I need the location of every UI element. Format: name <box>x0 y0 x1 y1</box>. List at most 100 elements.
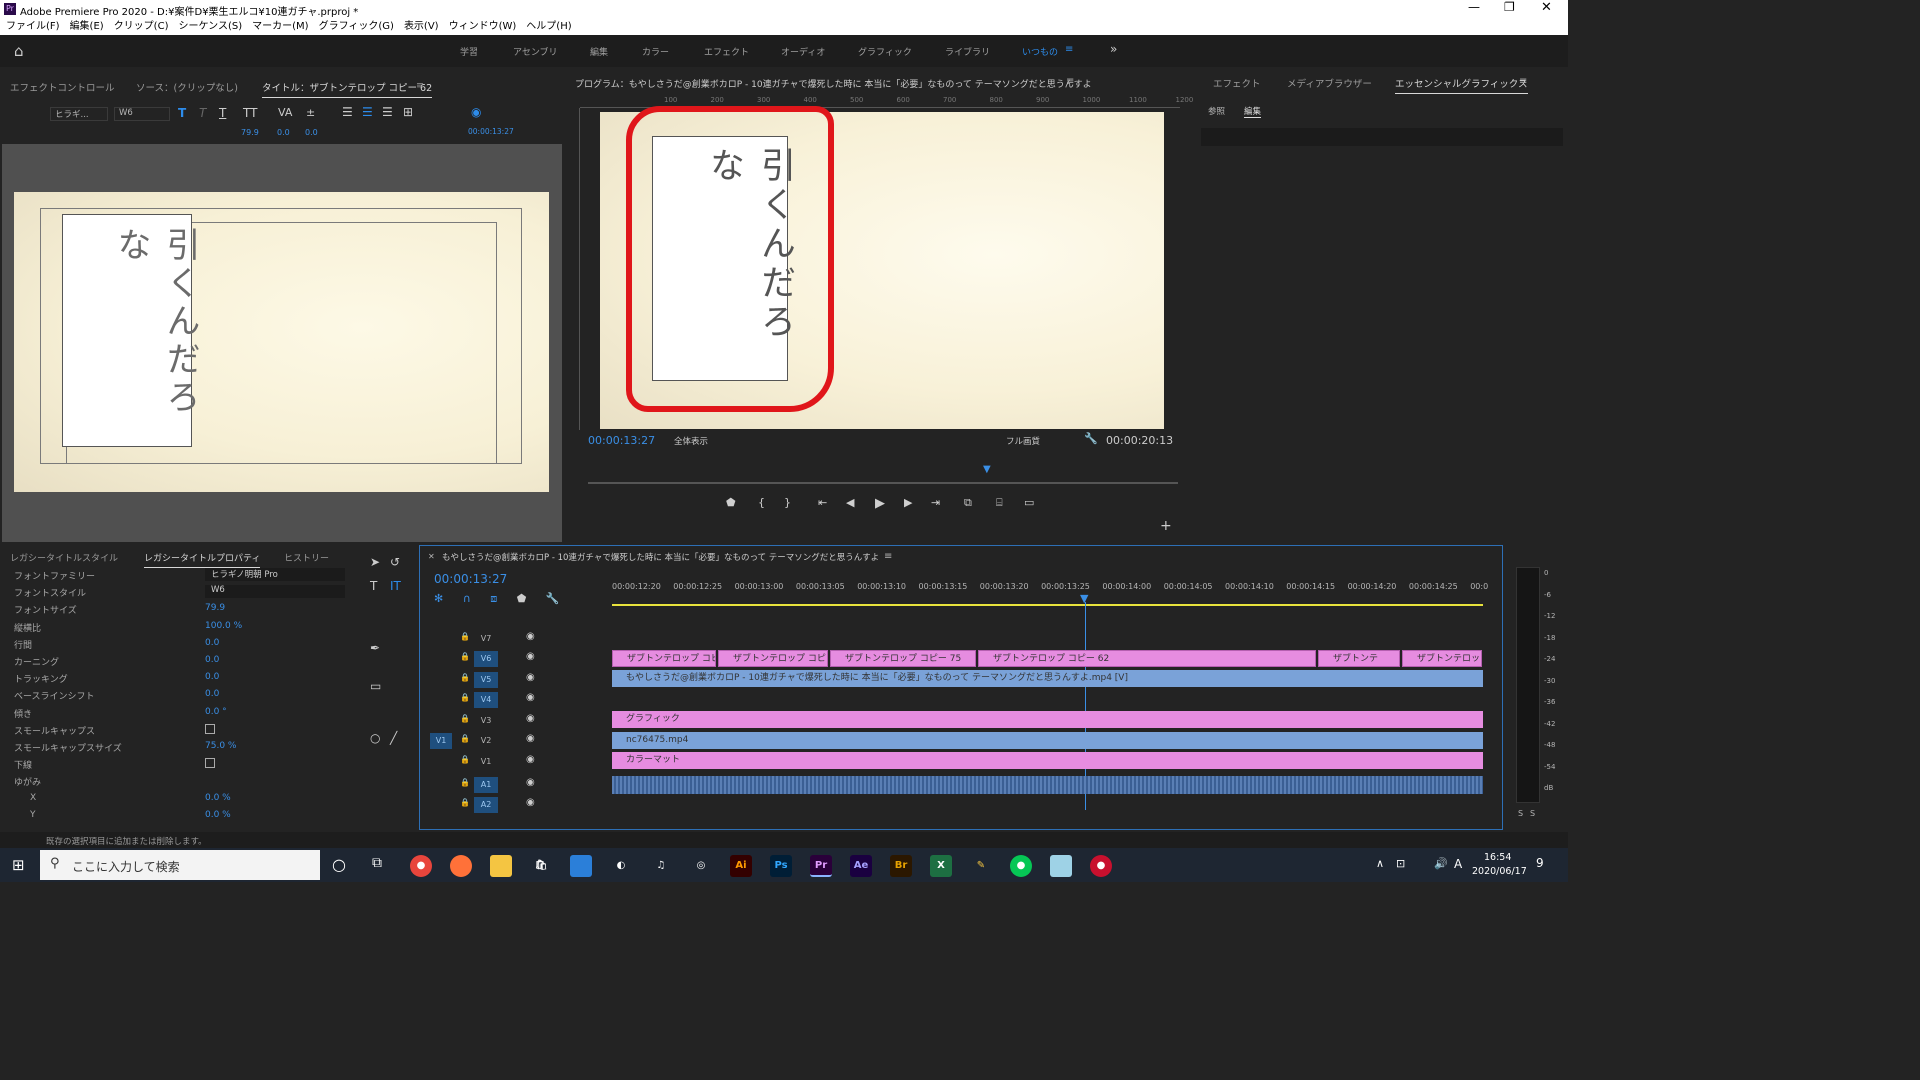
taskbar-search[interactable]: ⚲ ここに入力して検索 <box>40 850 320 880</box>
font-size-value[interactable]: 79.9 <box>241 128 259 137</box>
notes-icon[interactable] <box>1050 855 1072 877</box>
workspace-tab[interactable]: グラフィック <box>858 45 912 58</box>
volume-icon[interactable]: 🔊 <box>1434 857 1448 870</box>
align-right-icon[interactable]: ☰ <box>382 105 393 119</box>
font-size-icon[interactable]: TT <box>243 106 257 120</box>
lock-icon[interactable]: 🔒 <box>460 652 470 661</box>
more-workspaces-icon[interactable]: » <box>1110 42 1117 56</box>
property-value[interactable]: 0.0 <box>205 655 219 665</box>
track-label-v5[interactable]: V5 <box>474 672 498 688</box>
eg-menu-icon[interactable]: ≡ <box>1519 76 1527 87</box>
lock-icon[interactable]: 🔒 <box>460 734 470 743</box>
tab-essential-graphics[interactable]: エッセンシャルグラフィックス <box>1395 76 1528 94</box>
itunes-icon[interactable]: ♫ <box>650 855 672 877</box>
font-family-select[interactable]: ヒラギ... <box>50 107 108 121</box>
tracking-icon[interactable]: ± <box>306 106 315 119</box>
menu-item[interactable]: シーケンス(S) <box>178 21 242 32</box>
property-value[interactable]: 0.0 <box>205 638 219 648</box>
track-label-v1[interactable]: V1 <box>474 754 498 770</box>
ellipse-tool-icon[interactable]: ○ <box>370 731 380 745</box>
timeline-close-icon[interactable]: ✕ <box>428 552 435 561</box>
menu-item[interactable]: 編集(E) <box>70 21 104 32</box>
close-icon[interactable]: ✕ <box>1541 0 1552 15</box>
lock-icon[interactable]: 🔒 <box>460 714 470 723</box>
photos-icon[interactable]: ◐ <box>610 855 632 877</box>
clip-v6[interactable]: ザブトンテロップ コピー 75 <box>830 650 976 667</box>
clock-date[interactable]: 2020/06/17 <box>1472 866 1527 877</box>
menu-item[interactable]: マーカー(M) <box>252 21 308 32</box>
track-label-v2[interactable]: V2 <box>474 733 498 749</box>
panel-menu-icon[interactable]: ≡ <box>416 80 424 91</box>
lock-icon[interactable]: 🔒 <box>460 693 470 702</box>
title-text-box[interactable]: 引くんだろな <box>62 214 200 447</box>
tab-title-properties[interactable]: レガシータイトルプロパティ <box>144 551 261 568</box>
export-frame-icon[interactable]: ⌸ <box>996 496 1003 510</box>
illustrator-icon[interactable]: Ai <box>730 855 752 877</box>
task-view-icon[interactable]: ⧉ <box>372 855 382 871</box>
track-label-a1[interactable]: A1 <box>474 777 498 793</box>
mark-out-icon[interactable]: } <box>784 496 791 509</box>
windows-start-icon[interactable]: ⊞ <box>12 856 25 874</box>
home-icon[interactable]: ⌂ <box>14 42 24 60</box>
tab-effects[interactable]: エフェクト <box>1213 76 1261 90</box>
selection-tool-icon[interactable]: ➤ <box>370 555 380 569</box>
align-left-icon[interactable]: ☰ <box>342 105 353 119</box>
program-playhead-icon[interactable]: ▼ <box>983 464 991 475</box>
step-forward-icon[interactable]: ▶ <box>904 496 912 509</box>
explorer-icon[interactable] <box>490 855 512 877</box>
eye-icon[interactable]: ◉ <box>526 797 535 808</box>
line-tool-icon[interactable]: ╱ <box>390 731 397 745</box>
clip-v6[interactable]: ザブトンテロッ <box>1402 650 1482 667</box>
lock-icon[interactable]: 🔒 <box>460 798 470 807</box>
property-value[interactable]: 100.0 % <box>205 621 242 631</box>
property-value[interactable]: 0.0 % <box>205 793 231 803</box>
minimize-icon[interactable]: — <box>1468 0 1480 14</box>
workspace-tab[interactable]: オーディオ <box>781 45 825 58</box>
property-select[interactable]: W6 <box>205 585 345 599</box>
clip-v2[interactable]: nc76475.mp4 <box>612 732 1483 749</box>
go-to-in-icon[interactable]: ⇤ <box>818 496 827 509</box>
tab-effect-controls[interactable]: エフェクトコントロール <box>10 80 115 94</box>
line-icon[interactable]: ● <box>1010 855 1032 877</box>
menu-item[interactable]: グラフィック(G) <box>319 21 394 32</box>
font-style-select[interactable]: W6 <box>114 107 170 121</box>
tab-media-browser[interactable]: メディアブラウザー <box>1287 76 1372 90</box>
property-value[interactable]: 75.0 % <box>205 741 236 751</box>
title-timecode[interactable]: 00:00:13:27 <box>468 127 514 136</box>
pen-tool-icon[interactable]: ✒ <box>370 641 380 655</box>
safe-margins-icon[interactable]: ▭ <box>1024 496 1034 509</box>
menu-item[interactable]: クリップ(C) <box>114 21 169 32</box>
tray-chevron-icon[interactable]: ∧ <box>1376 857 1384 870</box>
clip-v6[interactable]: ザブトンテ <box>1318 650 1400 667</box>
timeline-settings-icon[interactable]: 🔧 <box>546 592 560 605</box>
add-button-icon[interactable]: + <box>1160 518 1172 534</box>
tab-source[interactable]: ソース：(クリップなし) <box>136 80 238 94</box>
clip-v6[interactable]: ザブトンテロップ コピー 62 <box>978 650 1316 667</box>
show-video-icon[interactable]: ◉ <box>471 105 481 119</box>
solo-right-button[interactable]: S <box>1530 809 1535 818</box>
italic-icon[interactable]: T <box>199 106 206 120</box>
kerning-value[interactable]: 0.0 <box>277 128 290 137</box>
underline-icon[interactable]: T <box>219 106 226 120</box>
track-label-v4[interactable]: V4 <box>474 692 498 708</box>
clock-time[interactable]: 16:54 <box>1484 852 1511 863</box>
eye-icon[interactable]: ◉ <box>526 631 535 642</box>
workspace-tab[interactable]: いつもの <box>1022 45 1058 58</box>
clip-a1-audio[interactable] <box>612 776 1483 794</box>
lock-icon[interactable]: 🔒 <box>460 778 470 787</box>
property-checkbox[interactable] <box>205 723 215 734</box>
workspace-tab[interactable]: 編集 <box>590 45 608 58</box>
workspace-tab[interactable]: ライブラリ <box>945 45 990 58</box>
property-select[interactable]: ヒラギノ明朝 Pro <box>205 568 345 581</box>
property-value[interactable]: 0.0 ° <box>205 707 227 717</box>
track-label-v3[interactable]: V3 <box>474 713 498 729</box>
tracking-value[interactable]: 0.0 <box>305 128 318 137</box>
workspace-tab[interactable]: カラー <box>642 45 669 58</box>
align-center-icon[interactable]: ☰ <box>362 105 373 119</box>
subtab-edit[interactable]: 編集 <box>1244 105 1262 118</box>
subtab-browse[interactable]: 参照 <box>1208 105 1225 117</box>
steam-icon[interactable]: ◎ <box>690 855 712 877</box>
go-to-out-icon[interactable]: ⇥ <box>931 496 940 509</box>
notification-icon[interactable]: 9 <box>1536 856 1544 870</box>
clip-v1[interactable]: カラーマット <box>612 752 1483 769</box>
